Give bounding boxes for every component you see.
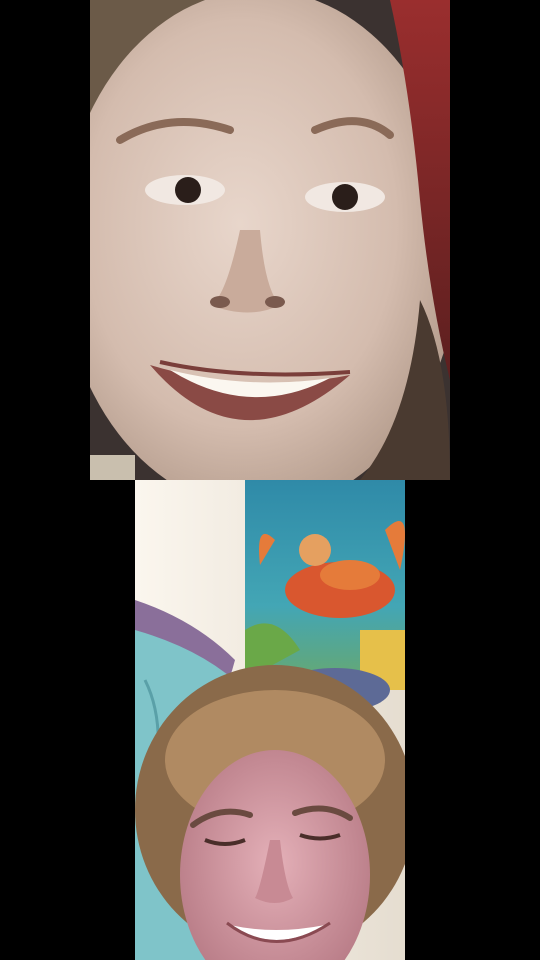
video-call-screen xyxy=(0,0,540,960)
remote-participant-video[interactable] xyxy=(90,0,450,480)
self-preview-feed xyxy=(135,480,405,960)
self-preview-video[interactable] xyxy=(135,480,405,960)
remote-participant-feed xyxy=(90,0,450,480)
